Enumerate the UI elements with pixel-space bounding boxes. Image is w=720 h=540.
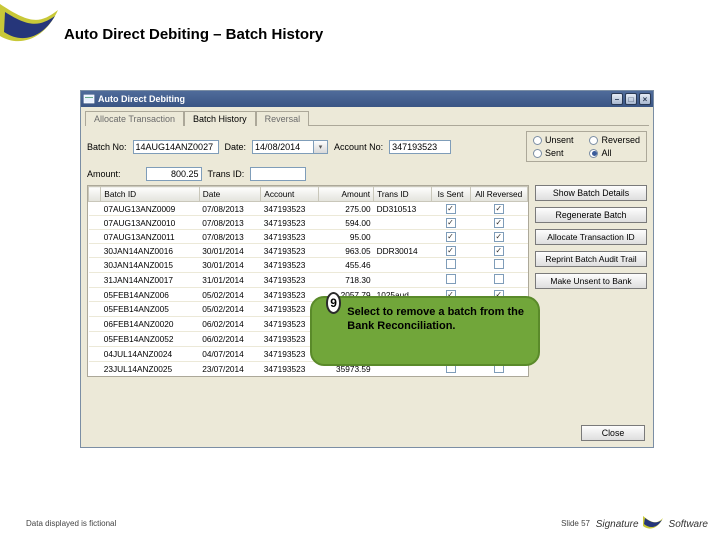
amount-label: Amount: bbox=[87, 169, 121, 179]
trans-id-label: Trans ID: bbox=[208, 169, 245, 179]
batch-no-input[interactable] bbox=[133, 140, 219, 154]
date-picker-button[interactable]: ▾ bbox=[314, 140, 328, 154]
col-is-sent[interactable]: Is Sent bbox=[431, 187, 470, 202]
tab-batch-history[interactable]: Batch History bbox=[184, 111, 256, 126]
radio-all[interactable]: All bbox=[589, 148, 640, 158]
all-reversed-checkbox[interactable] bbox=[494, 259, 504, 269]
regenerate-batch-button[interactable]: Regenerate Batch bbox=[535, 207, 647, 223]
amount-input[interactable] bbox=[146, 167, 202, 181]
table-row[interactable]: 07AUG13ANZ001007/08/2013347193523594.00✓… bbox=[89, 216, 528, 230]
date-label: Date: bbox=[225, 142, 247, 152]
is-sent-checkbox[interactable]: ✓ bbox=[446, 204, 456, 214]
col-batch[interactable]: Batch ID bbox=[101, 187, 199, 202]
is-sent-checkbox[interactable]: ✓ bbox=[446, 232, 456, 242]
radio-sent[interactable]: Sent bbox=[533, 148, 574, 158]
maximize-button[interactable]: □ bbox=[625, 93, 637, 105]
slide-number: Slide 57 bbox=[561, 519, 590, 528]
date-input[interactable] bbox=[252, 140, 314, 154]
table-row[interactable]: 31JAN14ANZ001731/01/2014347193523718.30 bbox=[89, 273, 528, 288]
disclaimer-text: Data displayed is fictional bbox=[26, 519, 116, 528]
callout-text: Select to remove a batch from the Bank R… bbox=[347, 306, 528, 334]
brand-swoosh-small-icon bbox=[641, 512, 665, 536]
col-date[interactable]: Date bbox=[199, 187, 261, 202]
action-buttons: Show Batch Details Regenerate Batch Allo… bbox=[535, 185, 647, 289]
table-row[interactable]: 30JAN14ANZ001630/01/2014347193523963.05D… bbox=[89, 244, 528, 258]
app-icon bbox=[83, 93, 95, 105]
is-sent-checkbox[interactable]: ✓ bbox=[446, 218, 456, 228]
is-sent-checkbox[interactable] bbox=[446, 274, 456, 284]
is-sent-checkbox[interactable] bbox=[446, 259, 456, 269]
batch-no-label: Batch No: bbox=[87, 142, 127, 152]
callout-step-number: 9 bbox=[326, 292, 341, 314]
allocate-transaction-id-button[interactable]: Allocate Transaction ID bbox=[535, 229, 647, 245]
titlebar: Auto Direct Debiting – □ × bbox=[81, 91, 653, 107]
all-reversed-checkbox[interactable]: ✓ bbox=[494, 232, 504, 242]
reprint-batch-audit-trail-button[interactable]: Reprint Batch Audit Trail bbox=[535, 251, 647, 267]
radio-reversed[interactable]: Reversed bbox=[589, 135, 640, 145]
app-window: Auto Direct Debiting – □ × Allocate Tran… bbox=[80, 90, 654, 448]
col-trans[interactable]: Trans ID bbox=[374, 187, 431, 202]
all-reversed-checkbox[interactable]: ✓ bbox=[494, 204, 504, 214]
show-batch-details-button[interactable]: Show Batch Details bbox=[535, 185, 647, 201]
table-row[interactable]: 07AUG13ANZ001107/08/201334719352395.00✓✓ bbox=[89, 230, 528, 244]
col-amount[interactable]: Amount bbox=[318, 187, 373, 202]
window-title: Auto Direct Debiting bbox=[98, 94, 185, 104]
account-no-input[interactable] bbox=[389, 140, 451, 154]
slide-title: Auto Direct Debiting – Batch History bbox=[64, 26, 323, 43]
all-reversed-checkbox[interactable]: ✓ bbox=[494, 218, 504, 228]
table-row[interactable]: 30JAN14ANZ001530/01/2014347193523455.46 bbox=[89, 258, 528, 273]
trans-id-input[interactable] bbox=[250, 167, 306, 181]
status-filter-box: Unsent Reversed Sent All bbox=[526, 131, 647, 162]
is-sent-checkbox[interactable]: ✓ bbox=[446, 246, 456, 256]
window-controls: – □ × bbox=[611, 93, 651, 105]
footer-brand: Signature Software bbox=[596, 512, 708, 536]
col-account[interactable]: Account bbox=[261, 187, 318, 202]
all-reversed-checkbox[interactable]: ✓ bbox=[494, 246, 504, 256]
make-unsent-to-bank-button[interactable]: Make Unsent to Bank bbox=[535, 273, 647, 289]
table-row[interactable]: 07AUG13ANZ000907/08/2013347193523275.00D… bbox=[89, 202, 528, 216]
filter-row-2: Amount: Trans ID: bbox=[81, 167, 653, 185]
callout: 9 Select to remove a batch from the Bank… bbox=[310, 296, 540, 366]
tab-reversal[interactable]: Reversal bbox=[256, 111, 310, 126]
table-row[interactable]: ▸14AUG14ANZ002714/08/2014347193523800.25 bbox=[89, 377, 528, 378]
filter-row-1: Batch No: Date: ▾ Account No: Unsent Rev… bbox=[81, 126, 653, 167]
tab-allocate-transaction[interactable]: Allocate Transaction bbox=[85, 111, 184, 126]
close-window-button[interactable]: × bbox=[639, 93, 651, 105]
col-all-reversed[interactable]: All Reversed bbox=[470, 187, 528, 202]
all-reversed-checkbox[interactable] bbox=[494, 274, 504, 284]
close-button[interactable]: Close bbox=[581, 425, 645, 441]
brand-swoosh-icon bbox=[0, 4, 58, 68]
tabs: Allocate Transaction Batch History Rever… bbox=[85, 110, 653, 125]
account-no-label: Account No: bbox=[334, 142, 383, 152]
minimize-button[interactable]: – bbox=[611, 93, 623, 105]
radio-unsent[interactable]: Unsent bbox=[533, 135, 574, 145]
